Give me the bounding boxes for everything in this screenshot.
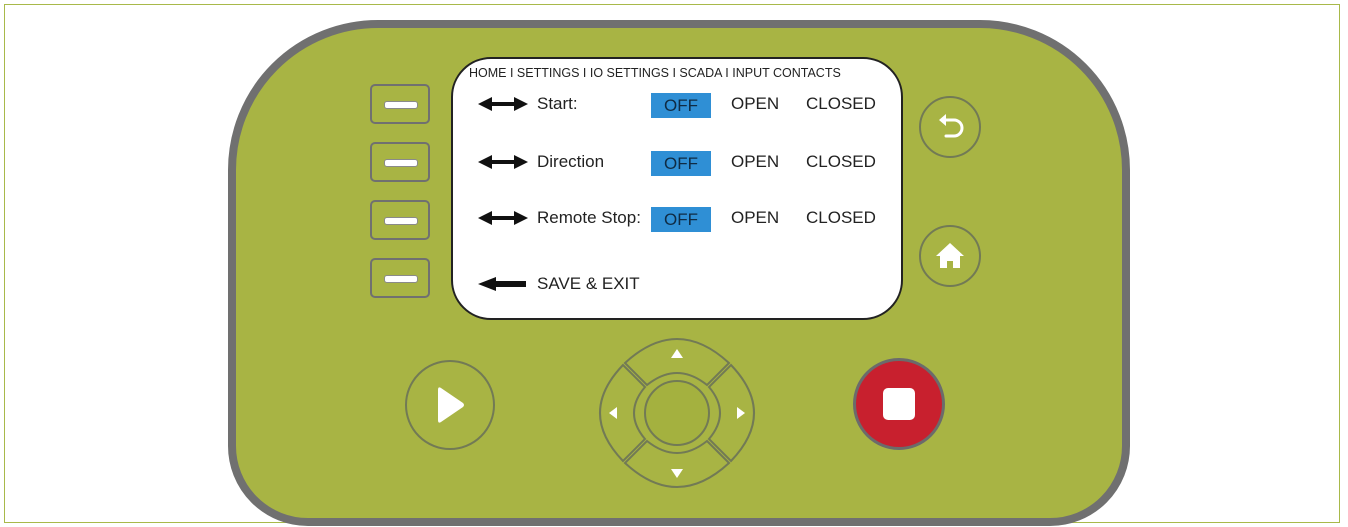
dpad-up-button xyxy=(623,338,731,387)
dpad-left-button xyxy=(599,363,647,463)
home-button[interactable] xyxy=(919,225,981,287)
soft-key-1[interactable] xyxy=(370,84,430,124)
remote-stop-option-off[interactable]: OFF xyxy=(651,207,711,232)
dpad-right-button xyxy=(707,363,755,463)
direction-option-open[interactable]: OPEN xyxy=(731,152,779,172)
soft-key-4[interactable] xyxy=(370,258,430,298)
start-option-closed[interactable]: CLOSED xyxy=(806,94,876,114)
dpad xyxy=(595,333,759,493)
direction-label: Direction xyxy=(537,152,605,171)
play-icon xyxy=(438,387,464,423)
dpad-down-button xyxy=(623,439,731,488)
stop-icon xyxy=(883,388,915,420)
back-button[interactable] xyxy=(919,96,981,158)
undo-arrow-icon xyxy=(939,114,964,138)
breadcrumb: HOME I SETTINGS I IO SETTINGS I SCADA I … xyxy=(469,66,841,80)
start-option-off[interactable]: OFF xyxy=(651,93,711,118)
remote-stop-option-open[interactable]: OPEN xyxy=(731,208,779,228)
remote-stop-option-closed[interactable]: CLOSED xyxy=(806,208,876,228)
remote-stop-label: Remote Stop: xyxy=(537,208,641,227)
dash-icon xyxy=(384,217,418,225)
left-right-arrow-icon xyxy=(478,210,528,226)
dpad-center-button xyxy=(644,380,710,446)
dash-icon xyxy=(384,159,418,167)
start-label: Start: xyxy=(537,94,578,113)
dash-icon xyxy=(384,275,418,283)
dash-icon xyxy=(384,101,418,109)
soft-key-3[interactable] xyxy=(370,200,430,240)
left-right-arrow-icon xyxy=(478,154,528,170)
left-right-arrow-icon xyxy=(478,96,528,112)
direction-option-closed[interactable]: CLOSED xyxy=(806,152,876,172)
left-arrow-icon xyxy=(478,276,526,292)
play-button[interactable] xyxy=(405,360,495,450)
save-exit-button[interactable]: SAVE & EXIT xyxy=(537,274,640,294)
direction-option-off[interactable]: OFF xyxy=(651,151,711,176)
start-option-open[interactable]: OPEN xyxy=(731,94,779,114)
home-icon xyxy=(936,243,964,268)
stop-button[interactable] xyxy=(853,358,945,450)
soft-key-2[interactable] xyxy=(370,142,430,182)
